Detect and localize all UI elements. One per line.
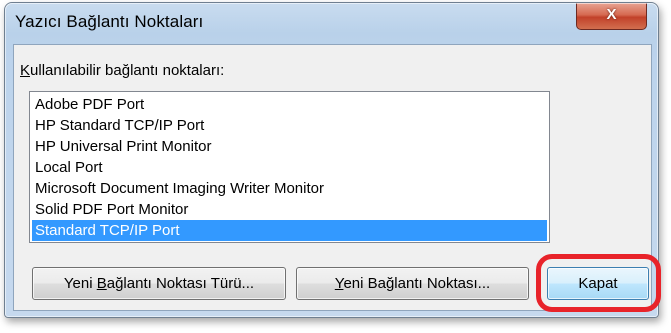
list-item[interactable]: Microsoft Document Imaging Writer Monito… [32, 178, 547, 199]
ports-listbox[interactable]: Adobe PDF Port HP Standard TCP/IP Port H… [29, 91, 550, 243]
new-port-type-label: Yeni Bağlantı Noktası Türü... [63, 275, 255, 292]
list-item[interactable]: Adobe PDF Port [32, 94, 547, 115]
available-ports-label-rest: ullanılabilir bağlantı noktaları: [30, 62, 225, 79]
new-port-label: Yeni Bağlantı Noktası... [334, 275, 491, 292]
available-ports-label: Kullanılabilir bağlantı noktaları: [20, 62, 224, 79]
highlight-ring [536, 254, 661, 312]
access-key-K: K [20, 62, 31, 79]
close-icon: X [606, 6, 617, 23]
list-item-selected[interactable]: Standard TCP/IP Port [32, 220, 547, 241]
new-port-type-button[interactable]: Yeni Bağlantı Noktası Türü... [32, 267, 286, 300]
list-item[interactable]: Local Port [32, 157, 547, 178]
list-item[interactable]: Solid PDF Port Monitor [32, 199, 547, 220]
list-item[interactable]: HP Universal Print Monitor [32, 136, 547, 157]
window-close-button[interactable]: X [576, 3, 647, 30]
list-item[interactable]: HP Standard TCP/IP Port [32, 115, 547, 136]
new-port-button[interactable]: Yeni Bağlantı Noktası... [296, 267, 529, 300]
dialog-title: Yazıcı Bağlantı Noktaları [15, 12, 204, 31]
